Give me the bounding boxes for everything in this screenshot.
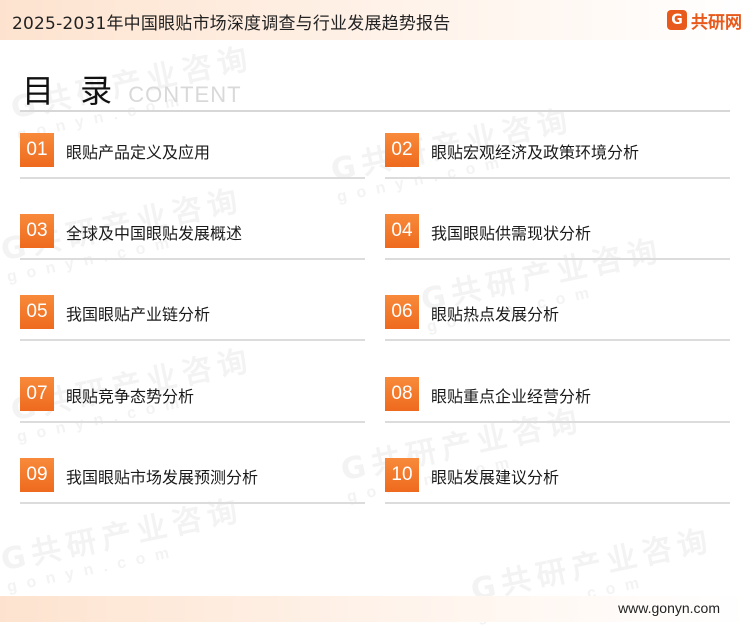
toc-item-label: 眼贴热点发展分析	[431, 305, 560, 324]
toc-item-label: 眼贴发展建议分析	[431, 468, 560, 487]
website-link[interactable]: www.gonyn.com	[618, 600, 720, 616]
item-divider	[20, 258, 365, 260]
toc-item-06[interactable]: 06 眼贴热点发展分析	[385, 295, 730, 345]
toc-item-label: 眼贴宏观经济及政策环境分析	[431, 143, 640, 162]
toc-item-08[interactable]: 08 眼贴重点企业经营分析	[385, 377, 730, 427]
toc-item-number: 04	[385, 214, 419, 248]
brand-logo: G 共研网	[667, 8, 742, 33]
toc-item-number: 02	[385, 133, 419, 167]
toc-item-label: 眼贴产品定义及应用	[66, 143, 211, 162]
item-divider	[20, 421, 365, 423]
toc-item-number: 06	[385, 295, 419, 329]
report-title: 2025-2031年中国眼贴市场深度调查与行业发展趋势报告	[12, 14, 451, 34]
toc-item-04[interactable]: 04 我国眼贴供需现状分析	[385, 214, 730, 264]
item-divider	[385, 502, 730, 504]
heading-divider	[20, 110, 730, 112]
toc-item-label: 我国眼贴市场发展预测分析	[66, 468, 259, 487]
toc-item-number: 10	[385, 458, 419, 492]
toc-item-number: 05	[20, 295, 54, 329]
toc-item-label: 我国眼贴产业链分析	[66, 305, 211, 324]
toc-item-number: 09	[20, 458, 54, 492]
page-header: 2025-2031年中国眼贴市场深度调查与行业发展趋势报告 G 共研网	[0, 0, 750, 40]
toc-item-label: 全球及中国眼贴发展概述	[66, 224, 243, 243]
toc-item-10[interactable]: 10 眼贴发展建议分析	[385, 458, 730, 508]
toc-item-03[interactable]: 03 全球及中国眼贴发展概述	[20, 214, 365, 264]
toc-item-09[interactable]: 09 我国眼贴市场发展预测分析	[20, 458, 365, 508]
toc-heading-cn: 目 录	[22, 72, 121, 110]
toc-heading: 目 录 CONTENT	[22, 66, 242, 112]
item-divider	[20, 177, 365, 179]
toc-item-07[interactable]: 07 眼贴竞争态势分析	[20, 377, 365, 427]
toc-item-label: 眼贴重点企业经营分析	[431, 387, 592, 406]
item-divider	[385, 421, 730, 423]
page-footer: www.gonyn.com	[0, 596, 750, 622]
toc-item-label: 眼贴竞争态势分析	[66, 387, 195, 406]
logo-icon: G	[667, 10, 687, 30]
toc-item-02[interactable]: 02 眼贴宏观经济及政策环境分析	[385, 133, 730, 183]
toc-item-number: 03	[20, 214, 54, 248]
item-divider	[385, 258, 730, 260]
toc-heading-en: CONTENT	[128, 82, 242, 107]
toc-item-number: 08	[385, 377, 419, 411]
item-divider	[385, 339, 730, 341]
logo-text: 共研网	[691, 12, 742, 33]
toc-item-number: 07	[20, 377, 54, 411]
item-divider	[385, 177, 730, 179]
item-divider	[20, 339, 365, 341]
toc-item-number: 01	[20, 133, 54, 167]
toc-item-01[interactable]: 01 眼贴产品定义及应用	[20, 133, 365, 183]
toc-item-05[interactable]: 05 我国眼贴产业链分析	[20, 295, 365, 345]
item-divider	[20, 502, 365, 504]
toc-item-label: 我国眼贴供需现状分析	[431, 224, 592, 243]
